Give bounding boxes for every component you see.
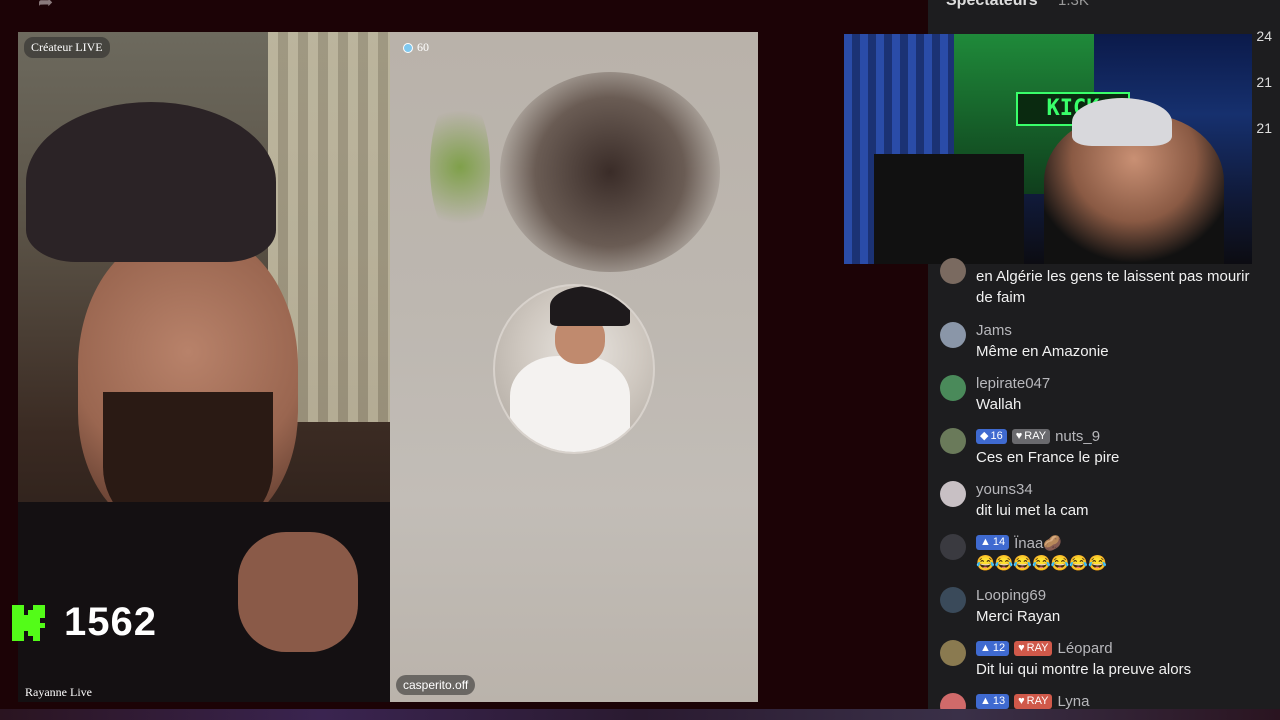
guest-name-label[interactable]: casperito.off [396,675,476,695]
level-badge: ◆ 16 [976,429,1007,444]
user-avatar[interactable] [940,428,966,454]
subscriber-badge: ♥ RAY [1014,641,1053,656]
share-icon[interactable]: ➦ [38,0,60,12]
chat-username[interactable]: nuts_9 [1055,428,1100,445]
chat-message: ▲ 12 ♥ RAY Léopard Dit lui qui montre la p… [940,638,1270,680]
live-stage: ➦ Créateur LIVE 60 Rayanne Live casperit… [0,0,928,720]
chat-message-text: Wallah [976,396,1022,413]
creator-live-label: Créateur LIVE [24,37,110,58]
user-avatar[interactable] [940,322,966,348]
live-dot-icon [403,42,413,53]
chat-message-text: Ces en France le pire [976,449,1120,466]
side-number: 21 [1256,120,1272,136]
blurred-plant [430,92,490,242]
subscriber-badge: ♥ RAY [1011,429,1051,444]
chat-message: lepirate047 Wallah [940,373,1270,415]
triangle-icon: ▲ [980,536,991,548]
heart-icon: ♥ [1015,430,1023,442]
guest-video [390,32,758,702]
chat-message: Looping69 Merci Rayan [940,585,1270,627]
chat-message: ◆ 16 ♥ RAY nuts_9 Ces en France le pire [940,426,1270,468]
chat-username[interactable]: Lyna [1057,693,1089,710]
side-number: 24 [1256,28,1272,44]
user-avatar[interactable] [940,587,966,613]
streamer-webcam: KICK [844,34,1252,264]
subscriber-badge: ♥ RAY [1014,694,1053,709]
webcam-person-hair [1072,98,1172,146]
chat-message: youns34 dit lui met la cam [940,479,1270,521]
triangle-icon: ▲ [980,695,991,707]
chat-message: Jams Même en Amazonie [940,320,1270,362]
creator-name-label: Rayanne Live [25,685,92,699]
blurred-background [500,72,720,272]
chat-username[interactable]: Ïnaa🥔 [1014,534,1062,552]
kick-logo-icon [12,604,45,641]
webcam-shelf [874,154,1024,264]
kick-count-value: 1562 [64,600,157,644]
taskbar-strip [0,709,1280,720]
viewer-count: 60 [417,40,429,54]
creator-hand [238,532,358,652]
chat-username[interactable]: Léopard [1057,640,1112,657]
heart-icon: ♥ [1018,642,1025,654]
chat-message-text: en Algérie les gens te laissent pas mour… [976,268,1250,306]
side-number: 21 [1256,74,1272,90]
chat-username[interactable]: lepirate047 [976,375,1050,392]
guest-avatar[interactable] [493,284,655,454]
chat-message-text: dit lui met la cam [976,502,1089,519]
chat-message-text: Même en Amazonie [976,343,1109,360]
user-avatar[interactable] [940,534,966,560]
avatar-cap [550,286,630,326]
user-avatar[interactable] [940,481,966,507]
level-badge: ▲ 14 [976,535,1010,550]
spectators-title: Spectateurs [946,0,1038,9]
chat-username[interactable]: youns34 [976,481,1033,498]
viewer-count-badge: 60 [396,37,436,58]
chat-username[interactable]: Looping69 [976,587,1046,604]
user-avatar[interactable] [940,375,966,401]
heart-icon: ♥ [1018,695,1025,707]
user-avatar[interactable] [940,258,966,284]
chat-message-text: 😂😂😂😂😂😂😂 [976,555,1107,572]
kick-counter: 1562 [10,600,157,645]
chat-message: en Algérie les gens te laissent pas mour… [940,256,1270,308]
chat-message-text: Dit lui qui montre la preuve alors [976,661,1192,678]
user-avatar[interactable] [940,640,966,666]
diamond-icon: ◆ [980,430,989,442]
level-badge: ▲ 12 [976,641,1010,656]
avatar-body [510,356,630,452]
level-badge: ▲ 13 [976,694,1010,709]
spectators-count: 1.3K [1058,0,1089,9]
chat-message-text: Merci Rayan [976,608,1061,625]
triangle-icon: ▲ [980,642,991,654]
chat-message: ▲ 14 Ïnaa🥔 😂😂😂😂😂😂😂 [940,532,1270,574]
chat-username[interactable]: Jams [976,322,1012,339]
creator-cap [26,102,276,262]
